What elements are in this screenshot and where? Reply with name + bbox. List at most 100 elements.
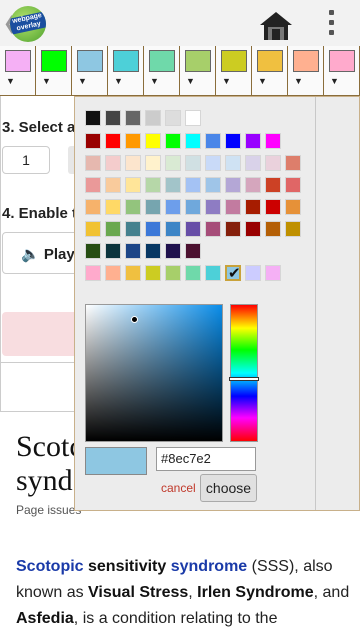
palette-swatch[interactable] — [85, 265, 101, 281]
palette-color[interactable] — [165, 221, 183, 239]
swatch-slot[interactable]: ▼ — [36, 46, 72, 96]
palette-swatch[interactable] — [245, 177, 261, 193]
palette-color[interactable] — [125, 199, 143, 217]
swatch-color[interactable] — [329, 50, 355, 72]
hue-slider-handle[interactable] — [229, 377, 259, 381]
palette-color[interactable] — [185, 133, 203, 151]
palette-color[interactable] — [85, 199, 103, 217]
page-issues-link[interactable]: Page issues — [16, 503, 81, 517]
hue-slider[interactable] — [229, 304, 259, 442]
palette-swatch[interactable] — [105, 265, 121, 281]
palette-color[interactable] — [85, 265, 103, 283]
palette-color[interactable] — [125, 133, 143, 151]
palette-color[interactable] — [85, 155, 103, 173]
palette-color[interactable] — [105, 177, 123, 195]
palette-swatch[interactable] — [85, 221, 101, 237]
palette-color[interactable] — [105, 133, 123, 151]
palette-swatch[interactable] — [145, 177, 161, 193]
palette-swatch[interactable] — [225, 221, 241, 237]
palette-color[interactable] — [105, 221, 123, 239]
palette-color[interactable] — [285, 221, 303, 239]
palette-swatch[interactable] — [165, 133, 181, 149]
palette-color[interactable] — [145, 155, 163, 173]
palette-color[interactable] — [265, 133, 283, 151]
palette-swatch[interactable] — [205, 199, 221, 215]
palette-swatch[interactable] — [145, 221, 161, 237]
swatch-color[interactable] — [185, 50, 211, 72]
palette-swatch[interactable] — [185, 110, 201, 126]
palette-swatch[interactable] — [245, 133, 261, 149]
palette-color[interactable] — [205, 265, 223, 283]
palette-swatch[interactable] — [205, 221, 221, 237]
palette-swatch[interactable] — [185, 199, 201, 215]
swatch-color[interactable] — [221, 50, 247, 72]
swatch-slot[interactable]: ▼ — [72, 46, 108, 96]
palette-color[interactable] — [185, 177, 203, 195]
palette-color[interactable] — [105, 243, 123, 261]
palette-color[interactable] — [185, 265, 203, 283]
palette-swatch[interactable] — [145, 265, 161, 281]
swatch-color[interactable] — [5, 50, 31, 72]
palette-color[interactable] — [205, 133, 223, 151]
palette-swatch[interactable] — [165, 199, 181, 215]
palette-color[interactable] — [165, 265, 183, 283]
palette-swatch[interactable] — [145, 110, 161, 126]
palette-color[interactable] — [245, 199, 263, 217]
palette-swatch[interactable] — [165, 265, 181, 281]
palette-color[interactable] — [185, 243, 203, 261]
palette-color[interactable] — [165, 155, 183, 173]
palette-swatch[interactable] — [285, 221, 301, 237]
palette-color[interactable] — [145, 133, 163, 151]
palette-swatch[interactable] — [265, 199, 281, 215]
dropdown-arrow-icon[interactable]: ▼ — [330, 76, 339, 86]
palette-swatch[interactable] — [265, 133, 281, 149]
palette-swatch[interactable] — [85, 133, 101, 149]
palette-color[interactable] — [285, 199, 303, 217]
palette-swatch[interactable] — [205, 133, 221, 149]
palette-color[interactable] — [265, 265, 283, 283]
palette-swatch[interactable] — [125, 265, 141, 281]
palette-swatch[interactable] — [185, 155, 201, 171]
vertical-dots-icon[interactable] — [322, 8, 342, 38]
palette-color[interactable] — [225, 221, 243, 239]
palette-color[interactable] — [165, 177, 183, 195]
palette-color[interactable] — [245, 155, 263, 173]
palette-color[interactable] — [145, 221, 163, 239]
dropdown-arrow-icon[interactable]: ▼ — [150, 76, 159, 86]
swatch-slot[interactable]: ▼ — [180, 46, 216, 96]
palette-swatch[interactable] — [125, 221, 141, 237]
palette-color[interactable] — [265, 155, 283, 173]
swatch-slot[interactable]: ▼ — [288, 46, 324, 96]
palette-color[interactable] — [85, 221, 103, 239]
palette-swatch[interactable] — [265, 221, 281, 237]
palette-swatch[interactable] — [125, 199, 141, 215]
swatch-color[interactable] — [77, 50, 103, 72]
palette-color[interactable] — [105, 265, 123, 283]
palette-swatch[interactable] — [185, 133, 201, 149]
palette-swatch[interactable] — [85, 243, 101, 259]
palette-swatch[interactable] — [265, 177, 281, 193]
palette-color[interactable] — [145, 177, 163, 195]
palette-color[interactable] — [205, 199, 223, 217]
palette-swatch[interactable] — [285, 177, 301, 193]
palette-color[interactable] — [105, 155, 123, 173]
palette-swatch[interactable] — [185, 265, 201, 281]
palette-swatch[interactable] — [125, 110, 141, 126]
palette-color[interactable] — [245, 177, 263, 195]
palette-color[interactable]: ✔ — [225, 265, 243, 283]
palette-swatch[interactable] — [225, 133, 241, 149]
swatch-color[interactable] — [41, 50, 67, 72]
palette-swatch[interactable] — [225, 155, 241, 171]
palette-swatch[interactable] — [125, 243, 141, 259]
article-link-syndrome[interactable]: syndrome — [171, 558, 247, 575]
dropdown-arrow-icon[interactable]: ▼ — [186, 76, 195, 86]
palette-swatch[interactable] — [225, 199, 241, 215]
palette-color[interactable] — [265, 177, 283, 195]
palette-color[interactable] — [185, 199, 203, 217]
palette-swatch[interactable] — [245, 199, 261, 215]
palette-color[interactable] — [105, 199, 123, 217]
number-input[interactable]: 1 — [2, 146, 50, 174]
palette-swatch[interactable] — [205, 177, 221, 193]
palette-swatch[interactable] — [105, 177, 121, 193]
palette-swatch[interactable] — [205, 155, 221, 171]
